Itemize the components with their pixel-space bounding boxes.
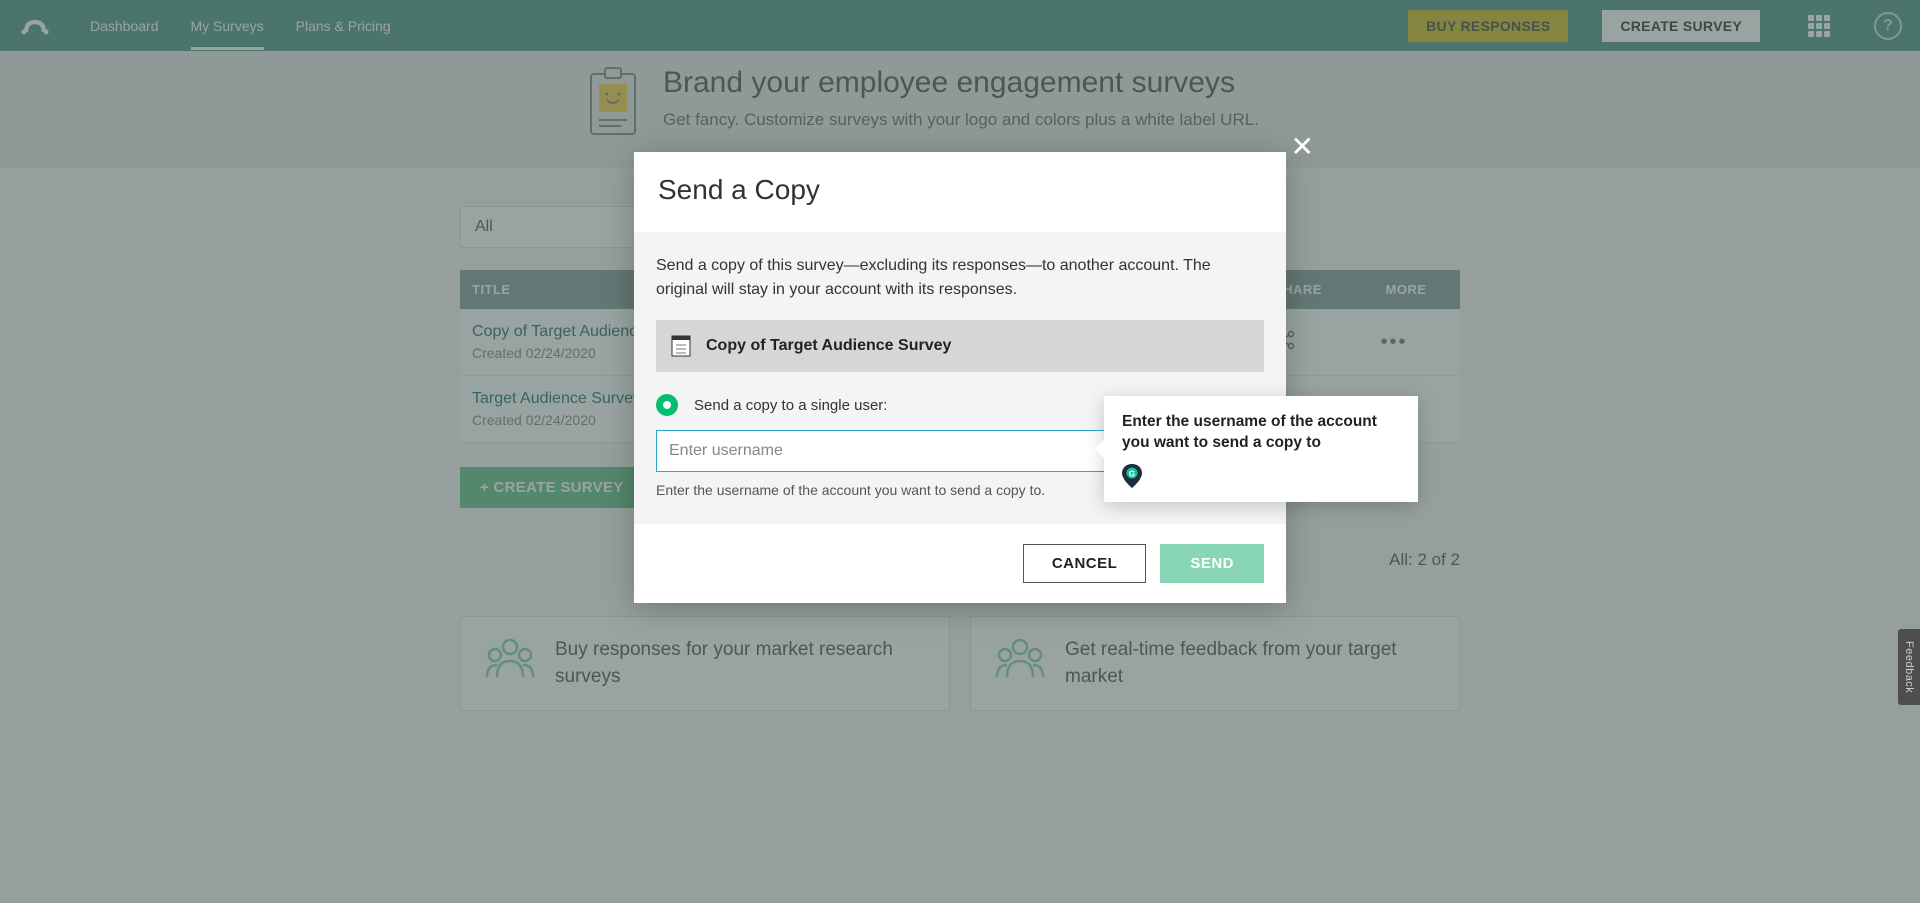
single-user-radio[interactable]: [656, 394, 678, 416]
modal-description: Send a copy of this survey—excluding its…: [656, 254, 1264, 302]
radio-label: Send a copy to a single user:: [694, 397, 887, 414]
svg-text:G: G: [1129, 469, 1135, 478]
tooltip-text: Enter the username of the account you wa…: [1122, 412, 1400, 454]
send-button[interactable]: SEND: [1160, 544, 1264, 583]
modal-title: Send a Copy: [658, 174, 1262, 206]
survey-chip: Copy of Target Audience Survey: [656, 320, 1264, 372]
grammarly-pin-icon: G: [1122, 464, 1142, 488]
tooltip: Enter the username of the account you wa…: [1104, 396, 1418, 502]
survey-name: Copy of Target Audience Survey: [706, 337, 951, 355]
feedback-tab[interactable]: Feedback: [1898, 629, 1920, 705]
close-icon[interactable]: ✕: [1291, 130, 1314, 163]
document-icon: [670, 334, 692, 358]
cancel-button[interactable]: CANCEL: [1023, 544, 1147, 583]
send-copy-modal: ✕ Send a Copy Send a copy of this survey…: [634, 152, 1286, 603]
